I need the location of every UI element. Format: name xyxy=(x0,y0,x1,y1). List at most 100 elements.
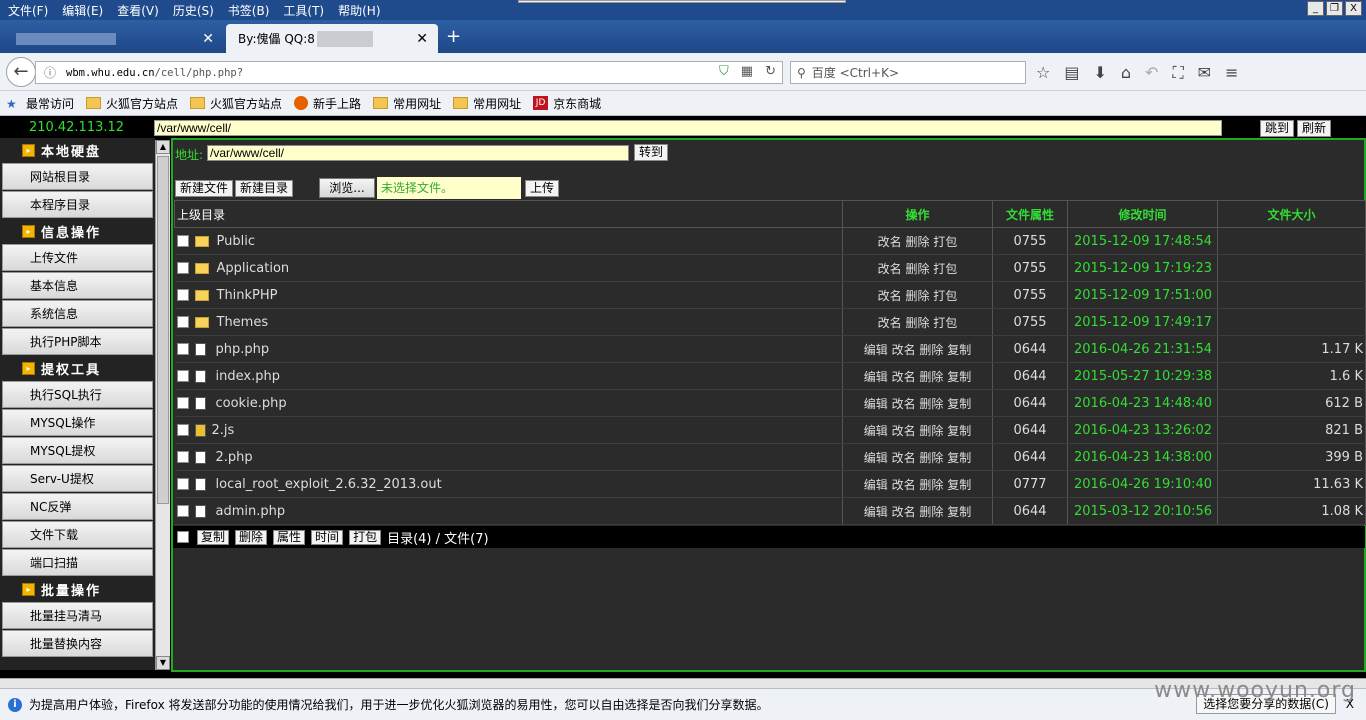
row-checkbox[interactable] xyxy=(176,262,189,274)
file-name-link[interactable]: Application xyxy=(217,261,290,276)
new-dir-button[interactable]: 新建目录 xyxy=(235,180,294,197)
sidebar-item[interactable]: NC反弹 xyxy=(2,493,153,520)
file-mtime[interactable]: 2016-04-23 13:26:02 xyxy=(1067,416,1218,444)
file-actions[interactable]: 改名 删除 打包 xyxy=(842,308,993,336)
file-permission[interactable]: 0644 xyxy=(992,416,1068,444)
file-name-link[interactable]: 2.php xyxy=(216,450,253,465)
jump-button[interactable]: 跳到 xyxy=(1260,120,1295,137)
file-permission[interactable]: 0644 xyxy=(992,335,1068,363)
file-permission[interactable]: 0644 xyxy=(992,497,1068,525)
pack-button[interactable]: 打包 xyxy=(349,529,382,545)
sidebar-item[interactable]: 网站根目录 xyxy=(2,163,153,190)
file-permission[interactable]: 0777 xyxy=(992,470,1068,498)
scroll-down-icon[interactable]: ▼ xyxy=(156,656,170,670)
row-checkbox[interactable] xyxy=(176,478,189,490)
minimize-button[interactable]: _ xyxy=(1307,1,1324,16)
file-mtime[interactable]: 2015-12-09 17:19:23 xyxy=(1067,254,1218,282)
search-input[interactable]: ⚲ 百度 <Ctrl+K> xyxy=(790,61,1026,84)
sidebar-scrollbar[interactable]: ▲ ▼ xyxy=(155,140,170,670)
bookmark-item[interactable]: ★ 最常访问 xyxy=(6,95,74,112)
menu-item[interactable]: 书签(B) xyxy=(228,2,270,19)
menu-item[interactable]: 编辑(E) xyxy=(62,2,103,19)
sidebar-item[interactable]: 系统信息 xyxy=(2,300,153,327)
select-all-checkbox[interactable] xyxy=(177,531,189,543)
sidebar-item[interactable]: 本程序目录 xyxy=(2,191,153,218)
file-mtime[interactable]: 2015-03-12 20:10:56 xyxy=(1067,497,1218,525)
row-checkbox[interactable] xyxy=(176,505,189,517)
file-permission[interactable]: 0755 xyxy=(992,254,1068,282)
chat-icon[interactable]: ✉ xyxy=(1198,63,1211,83)
back-button[interactable]: ← xyxy=(6,57,36,87)
file-name-link[interactable]: cookie.php xyxy=(216,396,287,411)
address-input[interactable] xyxy=(207,145,629,161)
file-name-link[interactable]: ThinkPHP xyxy=(217,288,278,303)
file-actions[interactable]: 编辑 改名 删除 复制 xyxy=(842,416,993,444)
info-icon[interactable]: ⓘ xyxy=(44,64,56,81)
delete-button[interactable]: 删除 xyxy=(235,529,268,545)
file-actions[interactable]: 编辑 改名 删除 复制 xyxy=(842,470,993,498)
copy-button[interactable]: 复制 xyxy=(197,529,230,545)
file-name-link[interactable]: index.php xyxy=(216,369,280,384)
bookmark-item[interactable]: 火狐官方站点 xyxy=(86,95,178,112)
row-checkbox[interactable] xyxy=(176,289,189,301)
scroll-up-icon[interactable]: ▲ xyxy=(156,140,170,154)
go-button[interactable]: 转到 xyxy=(634,144,669,161)
file-permission[interactable]: 0755 xyxy=(992,227,1068,255)
tab-blurred[interactable]: ✕ xyxy=(0,24,224,53)
file-actions[interactable]: 编辑 改名 删除 复制 xyxy=(842,362,993,390)
sidebar-item[interactable]: Serv-U提权 xyxy=(2,465,153,492)
file-mtime[interactable]: 2016-04-26 19:10:40 xyxy=(1067,470,1218,498)
reload-icon[interactable]: ↻ xyxy=(765,64,776,79)
file-permission[interactable]: 0755 xyxy=(992,308,1068,336)
hamburger-menu-icon[interactable]: ≡ xyxy=(1225,63,1238,83)
file-actions[interactable]: 改名 删除 打包 xyxy=(842,254,993,282)
path-input[interactable] xyxy=(154,120,1222,136)
file-name-link[interactable]: admin.php xyxy=(216,504,286,519)
time-button[interactable]: 时间 xyxy=(311,529,344,545)
refresh-button[interactable]: 刷新 xyxy=(1297,120,1332,137)
new-file-button[interactable]: 新建文件 xyxy=(175,180,234,197)
url-bar[interactable]: ⓘ wbm.whu.edu.cn/cell/php.php? ⛉ ▦ ↻ xyxy=(35,61,783,84)
sidebar-item[interactable]: 批量挂马清马 xyxy=(2,602,153,629)
file-mtime[interactable]: 2016-04-23 14:48:40 xyxy=(1067,389,1218,417)
file-name-link[interactable]: Themes xyxy=(217,315,269,330)
row-checkbox[interactable] xyxy=(176,235,189,247)
file-actions[interactable]: 改名 删除 打包 xyxy=(842,227,993,255)
bookmark-item[interactable]: JD 京东商城 xyxy=(533,95,601,112)
sidebar-item[interactable]: 执行PHP脚本 xyxy=(2,328,153,355)
sidebar-item[interactable]: 基本信息 xyxy=(2,272,153,299)
file-actions[interactable]: 编辑 改名 删除 复制 xyxy=(842,497,993,525)
menu-item[interactable]: 工具(T) xyxy=(283,2,324,19)
bookmark-item[interactable]: 火狐官方站点 xyxy=(190,95,282,112)
reading-list-icon[interactable]: ▤ xyxy=(1064,63,1079,83)
file-name-link[interactable]: php.php xyxy=(216,342,270,357)
undo-icon[interactable]: ↶ xyxy=(1145,63,1158,83)
sidebar-item[interactable]: MYSQL提权 xyxy=(2,437,153,464)
upload-button[interactable]: 上传 xyxy=(525,180,560,197)
sidebar-item[interactable]: 端口扫描 xyxy=(2,549,153,576)
close-tab-icon[interactable]: ✕ xyxy=(202,31,214,47)
parent-dir-link[interactable]: 上级目录 xyxy=(174,200,843,228)
file-mtime[interactable]: 2016-04-23 14:38:00 xyxy=(1067,443,1218,471)
row-checkbox[interactable] xyxy=(176,451,189,463)
shield-icon[interactable]: ⛉ xyxy=(719,64,729,79)
sidebar-item[interactable]: 上传文件 xyxy=(2,244,153,271)
file-name-link[interactable]: 2.js xyxy=(212,423,235,438)
file-mtime[interactable]: 2015-12-09 17:49:17 xyxy=(1067,308,1218,336)
restore-button[interactable]: ❐ xyxy=(1326,1,1343,16)
sidebar-item[interactable]: 执行SQL执行 xyxy=(2,381,153,408)
file-permission[interactable]: 0644 xyxy=(992,443,1068,471)
file-actions[interactable]: 编辑 改名 删除 复制 xyxy=(842,443,993,471)
menu-item[interactable]: 历史(S) xyxy=(173,2,214,19)
file-mtime[interactable]: 2016-04-26 21:31:54 xyxy=(1067,335,1218,363)
sidebar-item[interactable]: 批量替换内容 xyxy=(2,630,153,657)
row-checkbox[interactable] xyxy=(176,424,189,436)
row-checkbox[interactable] xyxy=(176,397,189,409)
crop-icon[interactable]: ⛶ xyxy=(1172,63,1183,83)
home-icon[interactable]: ⌂ xyxy=(1121,63,1131,83)
qrcode-icon[interactable]: ▦ xyxy=(741,64,753,79)
menu-item[interactable]: 查看(V) xyxy=(117,2,159,19)
file-permission[interactable]: 0644 xyxy=(992,362,1068,390)
file-name-link[interactable]: local_root_exploit_2.6.32_2013.out xyxy=(216,477,442,492)
bookmark-item[interactable]: 常用网址 xyxy=(373,95,441,112)
